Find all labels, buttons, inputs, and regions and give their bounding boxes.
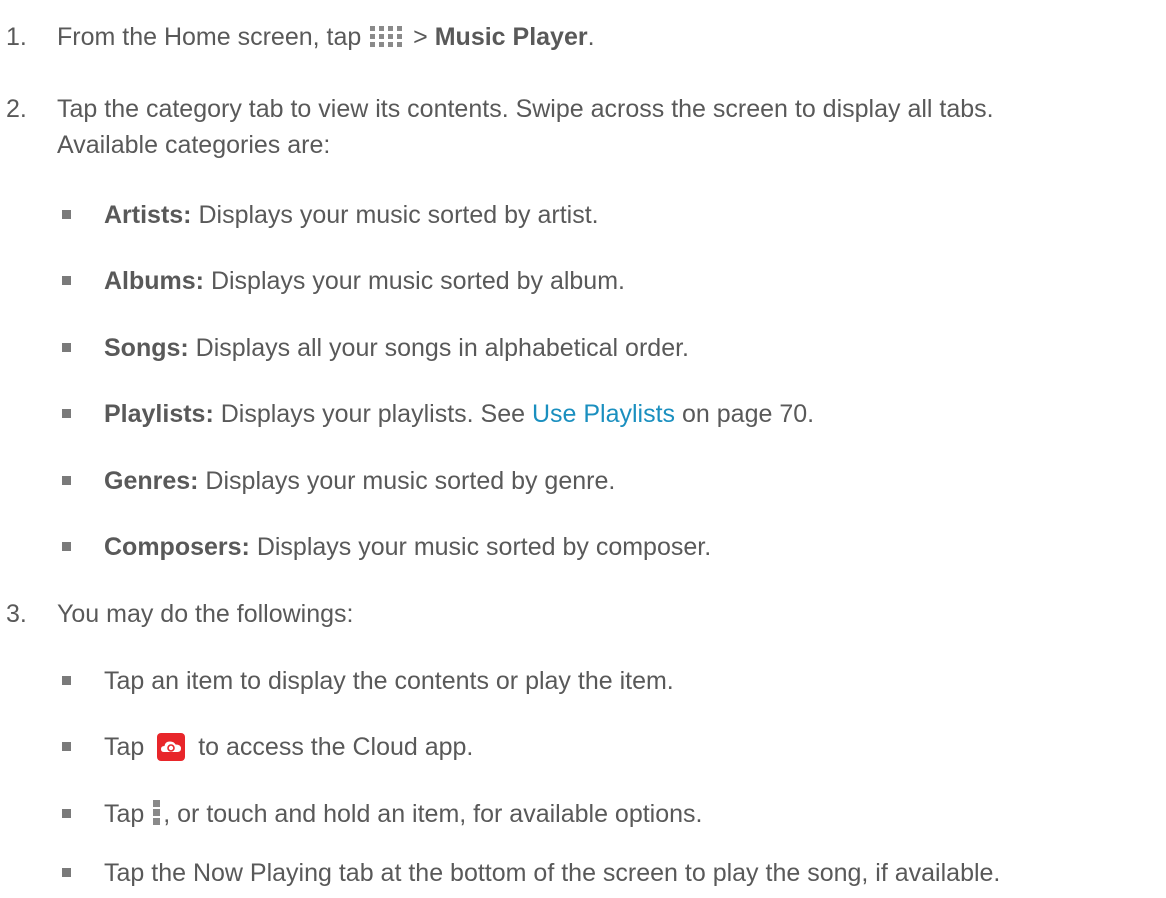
category-term: Genres: — [104, 467, 199, 495]
step-text: Available categories are: — [57, 131, 331, 159]
bullet — [62, 210, 71, 219]
bullet — [62, 809, 71, 818]
category-desc: Displays your playlists. See — [213, 400, 532, 428]
step-text: Tap the category tab to view its content… — [57, 95, 994, 123]
category-term: Playlists: — [104, 400, 214, 428]
action-text: Tap the Now Playing tab at the bottom of… — [104, 859, 1001, 887]
bullet — [62, 276, 71, 285]
category-term: Songs: — [104, 334, 189, 362]
step-separator: > — [406, 23, 435, 51]
action-text: Tap an item to display the contents or p… — [104, 667, 674, 695]
category-term: Albums: — [104, 267, 204, 295]
step-text: From the Home screen, tap — [57, 23, 369, 51]
bullet — [62, 742, 71, 751]
step-number: 1. — [6, 23, 27, 51]
step-number: 3. — [6, 600, 27, 628]
category-desc: Displays your music sorted by composer. — [249, 533, 712, 561]
category-term: Composers: — [104, 533, 250, 561]
use-playlists-link[interactable]: Use Playlists — [532, 400, 675, 428]
bullet — [62, 343, 71, 352]
step-number: 2. — [6, 95, 27, 123]
bullet — [62, 676, 71, 685]
bullet — [62, 476, 71, 485]
bullet — [62, 868, 71, 877]
step-text: You may do the followings: — [57, 600, 354, 628]
category-term: Artists: — [104, 201, 192, 229]
category-desc: Displays all your songs in alphabetical … — [188, 334, 689, 362]
category-desc: Displays your music sorted by artist. — [191, 201, 599, 229]
bullet — [62, 409, 71, 418]
category-desc: Displays your music sorted by album. — [204, 267, 625, 295]
app-name: Music Player — [434, 23, 588, 51]
apps-grid-icon — [370, 25, 404, 55]
cloud-app-icon — [157, 733, 186, 768]
instructions-page: 1. From the Home screen, tap > Music Pla… — [6, 23, 1001, 887]
bullet — [62, 542, 71, 551]
category-desc: Displays your music sorted by genre. — [198, 467, 616, 495]
menu-more-icon — [153, 800, 161, 833]
